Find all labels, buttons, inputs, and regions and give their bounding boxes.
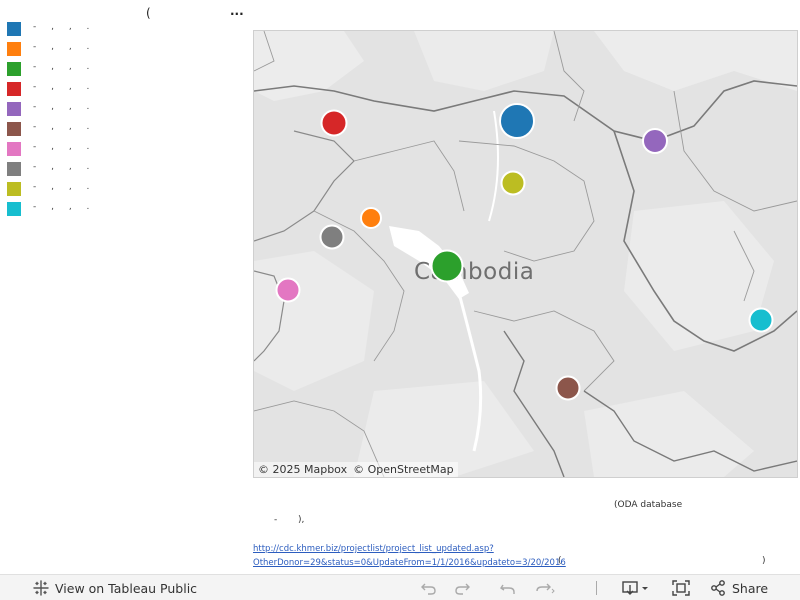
map-marker-5[interactable] <box>642 128 668 154</box>
legend-swatch <box>7 102 21 116</box>
map-view[interactable]: Cambodia © 2025 Mapbox © OpenStreetMap <box>253 30 798 478</box>
title-row: ( ... <box>0 4 250 22</box>
download-icon <box>622 581 648 595</box>
title-text: ( <box>146 6 151 20</box>
view-on-tableau-label: View on Tableau Public <box>55 580 198 596</box>
legend-label: - , , . <box>33 122 96 132</box>
revert-button[interactable] <box>497 579 519 597</box>
osm-attribution-link[interactable]: © OpenStreetMap <box>353 463 454 476</box>
map-marker-2[interactable] <box>360 207 382 229</box>
legend-swatch <box>7 42 21 56</box>
map-attribution: © 2025 Mapbox © OpenStreetMap <box>254 462 458 477</box>
source-dash: - <box>274 515 278 525</box>
legend-label: - , , . <box>33 62 96 72</box>
map-marker-6[interactable] <box>555 375 581 401</box>
fullscreen-button[interactable] <box>670 579 692 597</box>
legend-label: - , , . <box>33 22 96 32</box>
legend-label: - , , . <box>33 42 96 52</box>
map-marker-7[interactable] <box>275 277 301 303</box>
legend-swatch <box>7 122 21 136</box>
more-options-button[interactable]: ... <box>230 4 244 18</box>
map-marker-1[interactable] <box>499 103 535 139</box>
fullscreen-icon <box>672 580 690 596</box>
map-marker-4[interactable] <box>320 109 348 137</box>
source-paren-close: ) <box>762 556 766 566</box>
legend-swatch <box>7 162 21 176</box>
legend-swatch <box>7 62 21 76</box>
share-icon <box>711 580 725 596</box>
refresh-button[interactable] <box>534 579 556 597</box>
legend-label: - , , . <box>33 82 96 92</box>
share-label: Share <box>732 580 769 596</box>
legend-swatch <box>7 142 21 156</box>
revert-icon <box>500 584 515 594</box>
map-basemap <box>254 31 797 477</box>
legend-label: - , , . <box>33 202 96 212</box>
legend-label: - , , . <box>33 162 96 172</box>
source-link[interactable]: http://cdc.khmer.biz/projectlist/project… <box>253 542 583 570</box>
legend-swatch <box>7 202 21 216</box>
legend-label: - , , . <box>33 142 96 152</box>
view-tableau-icon <box>33 580 49 596</box>
legend-swatch <box>7 22 21 36</box>
download-button[interactable] <box>620 579 652 597</box>
refresh-icon <box>536 583 555 594</box>
share-button[interactable]: Share <box>710 579 768 597</box>
source-label: (ODA database <box>614 500 683 510</box>
tableau-toolbar: View on Tableau Public Share <box>0 574 800 600</box>
source-close: ), <box>298 515 305 525</box>
source-paren-open: ( <box>558 556 562 566</box>
map-marker-8[interactable] <box>319 224 345 250</box>
mapbox-attribution-link[interactable]: © 2025 Mapbox <box>258 463 347 476</box>
redo-icon <box>455 583 470 595</box>
map-marker-9[interactable] <box>500 170 526 196</box>
map-marker-3[interactable] <box>430 249 464 283</box>
view-on-tableau-button[interactable]: View on Tableau Public <box>33 579 197 597</box>
legend-label: - , , . <box>33 102 96 112</box>
undo-icon <box>421 583 436 595</box>
legend-label: - , , . <box>33 182 96 192</box>
redo-button[interactable] <box>451 579 473 597</box>
legend-swatch <box>7 182 21 196</box>
legend-swatch <box>7 82 21 96</box>
undo-button[interactable] <box>418 579 440 597</box>
toolbar-divider <box>596 581 597 595</box>
map-marker-10[interactable] <box>748 307 774 333</box>
